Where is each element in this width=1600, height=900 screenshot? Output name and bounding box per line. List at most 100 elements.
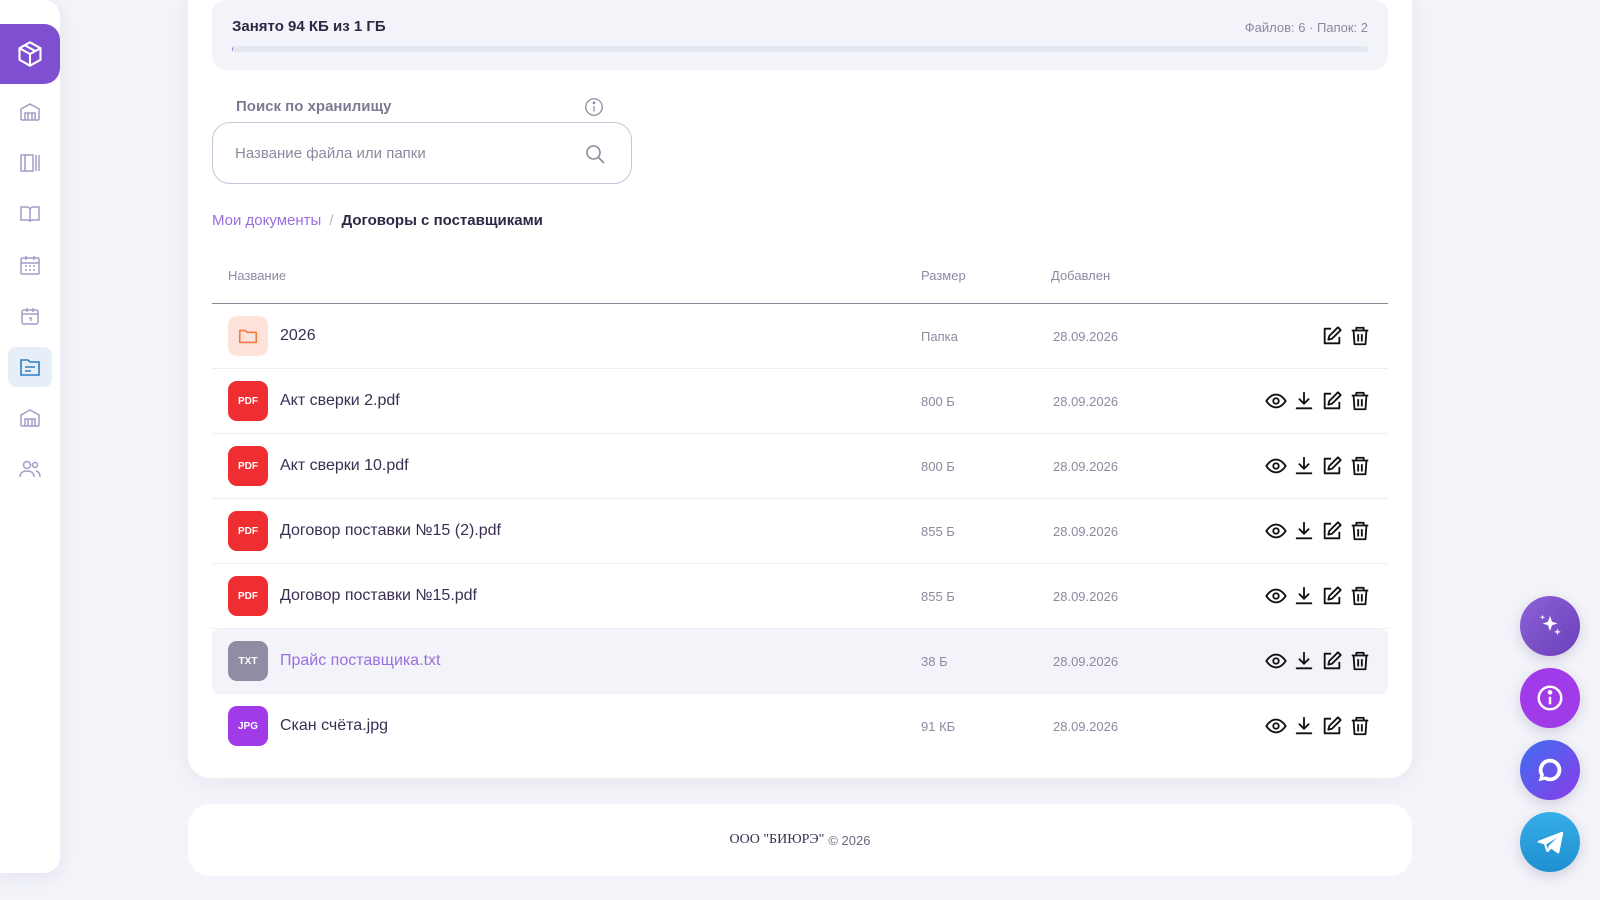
delete-icon[interactable] bbox=[1348, 389, 1372, 413]
table-row[interactable]: PDF Акт сверки 2.pdf 800 Б 28.09.2026 bbox=[212, 369, 1388, 434]
column-header-name[interactable]: Название bbox=[228, 268, 286, 283]
sidebar bbox=[0, 0, 60, 873]
folder-icon bbox=[228, 316, 268, 356]
file-name[interactable]: Договор поставки №15.pdf bbox=[280, 587, 477, 605]
table-row[interactable]: JPG Скан счёта.jpg 91 КБ 28.09.2026 bbox=[212, 694, 1388, 759]
view-icon[interactable] bbox=[1264, 519, 1288, 543]
download-icon[interactable] bbox=[1292, 519, 1316, 543]
file-name[interactable]: Договор поставки №15 (2).pdf bbox=[280, 522, 501, 540]
breadcrumb-root-link[interactable]: Мои документы bbox=[212, 212, 321, 229]
delete-icon[interactable] bbox=[1348, 714, 1372, 738]
file-name[interactable]: Прайс поставщика.txt bbox=[280, 652, 440, 670]
edit-icon[interactable] bbox=[1320, 454, 1344, 478]
logo-button[interactable] bbox=[0, 24, 60, 84]
files-table: Название Размер Добавлен 2026 Папка 28.09.… bbox=[212, 246, 1388, 759]
sidebar-item-calendar[interactable] bbox=[8, 296, 52, 336]
calendar-grid-icon bbox=[20, 256, 40, 275]
file-date: 28.09.2026 bbox=[1053, 329, 1119, 344]
info-icon[interactable] bbox=[583, 96, 605, 118]
download-icon[interactable] bbox=[1292, 454, 1316, 478]
edit-icon[interactable] bbox=[1320, 389, 1344, 413]
info-button[interactable] bbox=[1520, 668, 1580, 728]
download-icon[interactable] bbox=[1292, 714, 1316, 738]
view-icon[interactable] bbox=[1264, 649, 1288, 673]
info-circle-icon bbox=[1537, 685, 1563, 711]
file-date: 28.09.2026 bbox=[1053, 719, 1119, 734]
view-icon[interactable] bbox=[1264, 584, 1288, 608]
search-label: Поиск по хранилищу bbox=[236, 98, 392, 115]
sparkle-icon bbox=[1540, 614, 1561, 636]
storage-summary: Занято 94 КБ из 1 ГБ Файлов: 6 · Папок: … bbox=[212, 0, 1388, 70]
file-name[interactable]: Акт сверки 2.pdf bbox=[280, 392, 400, 410]
sidebar-item-documents[interactable] bbox=[8, 347, 52, 387]
table-row[interactable]: 2026 Папка 28.09.2026 bbox=[212, 304, 1388, 369]
warehouse-icon bbox=[20, 409, 40, 427]
view-icon[interactable] bbox=[1264, 389, 1288, 413]
table-row[interactable]: TXT Прайс поставщика.txt 38 Б 28.09.2026 bbox=[212, 629, 1388, 694]
footer: ООО "БИЮРЭ" © 2026 bbox=[188, 804, 1412, 876]
edit-icon[interactable] bbox=[1320, 584, 1344, 608]
table-row[interactable]: PDF Договор поставки №15 (2).pdf 855 Б 28.0… bbox=[212, 499, 1388, 564]
column-header-size[interactable]: Размер bbox=[921, 268, 966, 283]
row-actions bbox=[1264, 584, 1372, 608]
file-date: 28.09.2026 bbox=[1053, 654, 1119, 669]
file-name[interactable]: 2026 bbox=[280, 327, 316, 345]
file-size: 91 КБ bbox=[921, 719, 956, 734]
delete-icon[interactable] bbox=[1348, 519, 1372, 543]
file-name[interactable]: Акт сверки 10.pdf bbox=[280, 457, 409, 475]
file-size: 38 Б bbox=[921, 654, 948, 669]
sidebar-item-warehouse[interactable] bbox=[8, 92, 52, 132]
chat-button[interactable] bbox=[1520, 740, 1580, 800]
catalog-icon bbox=[20, 154, 40, 172]
sidebar-item-users[interactable] bbox=[8, 449, 52, 489]
row-actions bbox=[1320, 324, 1372, 348]
footer-org: ООО "БИЮРЭ" bbox=[729, 832, 825, 847]
file-date: 28.09.2026 bbox=[1053, 589, 1119, 604]
pdf-icon: PDF bbox=[228, 381, 268, 421]
download-icon[interactable] bbox=[1292, 584, 1316, 608]
sidebar-item-catalog[interactable] bbox=[8, 143, 52, 183]
delete-icon[interactable] bbox=[1348, 584, 1372, 608]
book-icon bbox=[20, 206, 40, 223]
file-size: 800 Б bbox=[921, 394, 955, 409]
view-icon[interactable] bbox=[1264, 714, 1288, 738]
table-header: Название Размер Добавлен bbox=[212, 246, 1388, 304]
row-actions bbox=[1264, 519, 1372, 543]
documents-icon bbox=[20, 359, 40, 376]
footer-copyright: © 2026 bbox=[828, 832, 871, 848]
row-actions bbox=[1264, 649, 1372, 673]
delete-icon[interactable] bbox=[1348, 649, 1372, 673]
search-input[interactable] bbox=[235, 141, 565, 165]
edit-icon[interactable] bbox=[1320, 324, 1344, 348]
search-icon[interactable] bbox=[583, 142, 607, 166]
table-row[interactable]: PDF Акт сверки 10.pdf 800 Б 28.09.2026 bbox=[212, 434, 1388, 499]
view-icon[interactable] bbox=[1264, 454, 1288, 478]
calendar-icon bbox=[21, 308, 39, 325]
delete-icon[interactable] bbox=[1348, 324, 1372, 348]
ai-assistant-button[interactable] bbox=[1520, 596, 1580, 656]
txt-icon: TXT bbox=[228, 641, 268, 681]
search-field[interactable] bbox=[212, 122, 632, 184]
file-name[interactable]: Скан счёта.jpg bbox=[280, 717, 388, 735]
table-body: 2026 Папка 28.09.2026 PDF Акт сверки 2.pdf 80… bbox=[212, 304, 1388, 759]
sidebar-item-calendar-grid[interactable] bbox=[8, 245, 52, 285]
table-row[interactable]: PDF Договор поставки №15.pdf 855 Б 28.09.20… bbox=[212, 564, 1388, 629]
sidebar-item-warehouse-2[interactable] bbox=[8, 398, 52, 438]
row-actions bbox=[1264, 454, 1372, 478]
delete-icon[interactable] bbox=[1348, 454, 1372, 478]
download-icon[interactable] bbox=[1292, 389, 1316, 413]
breadcrumb-current: Договоры с поставщиками bbox=[341, 212, 543, 229]
edit-icon[interactable] bbox=[1320, 649, 1344, 673]
edit-icon[interactable] bbox=[1320, 714, 1344, 738]
download-icon[interactable] bbox=[1292, 649, 1316, 673]
column-header-added[interactable]: Добавлен bbox=[1051, 268, 1110, 283]
file-date: 28.09.2026 bbox=[1053, 394, 1119, 409]
edit-icon[interactable] bbox=[1320, 519, 1344, 543]
sidebar-item-book[interactable] bbox=[8, 194, 52, 234]
row-actions bbox=[1264, 389, 1372, 413]
pdf-icon: PDF bbox=[228, 576, 268, 616]
storage-progress-bar bbox=[232, 46, 1368, 52]
storage-usage: Занято 94 КБ из 1 ГБ bbox=[232, 18, 386, 35]
file-size: 855 Б bbox=[921, 589, 955, 604]
telegram-button[interactable] bbox=[1520, 812, 1580, 872]
